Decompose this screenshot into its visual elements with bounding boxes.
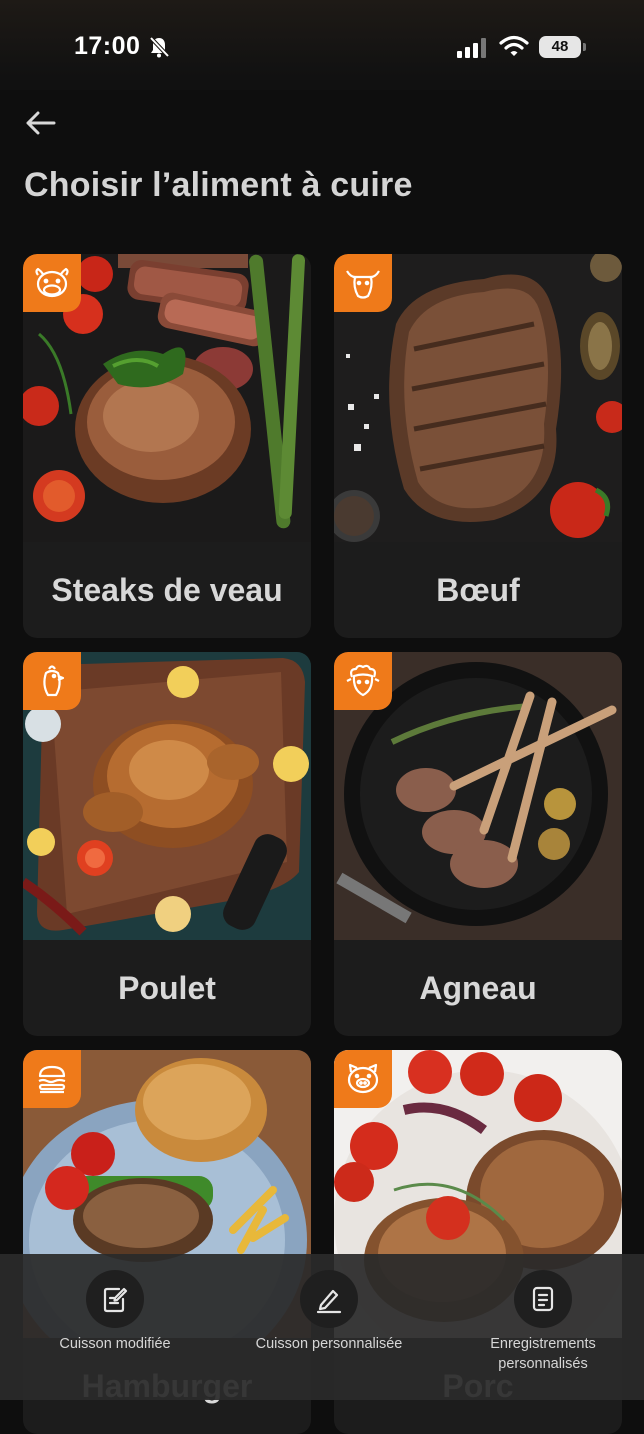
custom-records-button[interactable]: Enregistrements personnalisés xyxy=(436,1270,644,1374)
cellular-signal-icon xyxy=(457,38,486,58)
status-time: 17:00 xyxy=(74,32,141,60)
battery-indicator: 48 xyxy=(539,36,581,58)
beef-photo xyxy=(334,254,622,542)
custom-cooking-button[interactable]: Cuisson personnalisée xyxy=(222,1270,436,1354)
chicken-photo xyxy=(23,652,311,940)
lamb-photo xyxy=(334,652,622,940)
food-card-label: Bœuf xyxy=(436,572,520,608)
modified-cooking-label: Cuisson modifiée xyxy=(59,1336,171,1352)
bull-icon xyxy=(334,254,392,312)
sheep-icon xyxy=(334,652,392,710)
pig-icon xyxy=(334,1050,392,1108)
custom-records-label: Enregistrements personnalisés xyxy=(490,1336,596,1372)
silent-bell-icon xyxy=(149,36,170,58)
food-card-label: Steaks de veau xyxy=(51,572,283,608)
battery-tip xyxy=(583,43,586,51)
burger-icon xyxy=(23,1050,81,1108)
food-card-label: Agneau xyxy=(419,970,537,1006)
veal-photo xyxy=(23,254,311,542)
status-bar: 17:00 48 xyxy=(0,0,644,90)
bottom-action-bar: Cuisson modifiée Cuisson personnalisée E… xyxy=(0,1254,644,1400)
pencil-icon xyxy=(300,1270,358,1328)
page-title: Choisir l’aliment à cuire xyxy=(24,166,413,204)
cow-icon xyxy=(23,254,81,312)
food-card-beef[interactable]: Bœuf xyxy=(334,254,622,638)
food-card-label: Poulet xyxy=(118,970,216,1006)
edit-document-icon xyxy=(86,1270,144,1328)
records-icon xyxy=(514,1270,572,1328)
custom-cooking-label: Cuisson personnalisée xyxy=(255,1336,403,1352)
chicken-icon xyxy=(23,652,81,710)
wifi-icon xyxy=(499,35,529,56)
back-arrow-icon[interactable] xyxy=(24,108,58,138)
food-card-lamb[interactable]: Agneau xyxy=(334,652,622,1036)
food-card-chicken[interactable]: Poulet xyxy=(23,652,311,1036)
modified-cooking-button[interactable]: Cuisson modifiée xyxy=(8,1270,222,1354)
food-card-veal[interactable]: Steaks de veau xyxy=(23,254,311,638)
